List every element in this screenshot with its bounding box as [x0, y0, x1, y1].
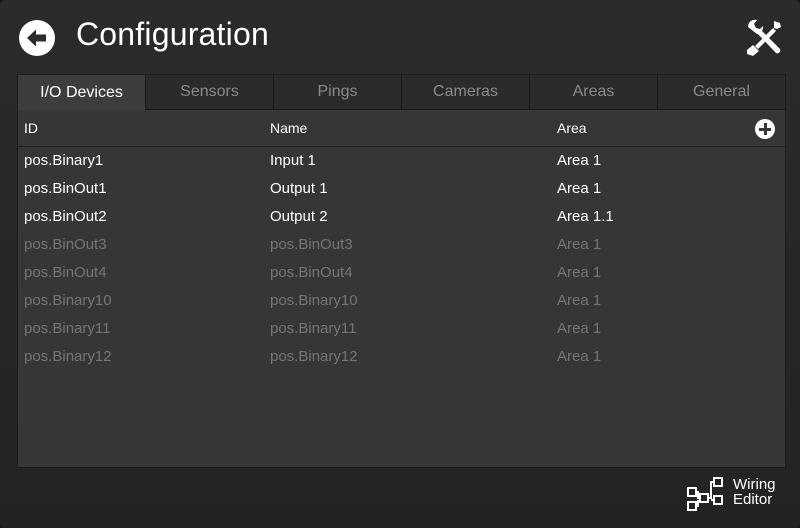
device-name: pos.BinOut4 — [270, 264, 353, 281]
table-header: ID Name Area — [18, 110, 785, 147]
tab-cameras[interactable]: Cameras — [401, 75, 529, 110]
tab-areas[interactable]: Areas — [529, 75, 657, 110]
device-area: Area 1 — [557, 320, 602, 337]
column-header-area[interactable]: Area — [557, 120, 587, 136]
device-area: Area 1 — [557, 264, 602, 281]
device-id: pos.BinOut1 — [24, 180, 107, 197]
table-row[interactable]: pos.Binary10 pos.Binary10 Area 1 — [18, 287, 785, 315]
add-device-button[interactable] — [755, 119, 775, 139]
arrow-left-icon — [27, 29, 46, 47]
device-name: pos.Binary11 — [270, 320, 357, 337]
device-id: pos.Binary11 — [24, 320, 111, 337]
tab-io-devices[interactable]: I/O Devices — [18, 75, 145, 110]
tab-pings[interactable]: Pings — [273, 75, 401, 110]
tab-bar: I/O Devices Sensors Pings Cameras Areas … — [18, 75, 785, 110]
device-id: pos.BinOut3 — [24, 236, 107, 253]
device-id: pos.BinOut4 — [24, 264, 107, 281]
device-name: pos.Binary10 — [270, 292, 358, 309]
device-area: Area 1 — [557, 180, 602, 197]
wiring-label-line1: Wiring — [733, 476, 776, 493]
table-row[interactable]: pos.BinOut1 Output 1 Area 1 — [18, 175, 785, 203]
device-name: pos.Binary12 — [270, 348, 358, 365]
device-id: pos.Binary10 — [24, 292, 112, 309]
wiring-label-line2: Editor — [733, 491, 773, 508]
device-list: pos.Binary1 Input 1 Area 1 pos.BinOut1 O… — [18, 147, 785, 371]
device-name: Output 2 — [270, 208, 328, 225]
device-area: Area 1 — [557, 152, 602, 169]
table-row[interactable]: pos.BinOut3 pos.BinOut3 Area 1 — [18, 231, 785, 259]
table-row[interactable]: pos.Binary1 Input 1 Area 1 — [18, 147, 785, 175]
column-header-name[interactable]: Name — [270, 120, 307, 136]
wiring-diagram-icon — [687, 477, 723, 511]
device-area: Area 1 — [557, 292, 602, 309]
column-header-id[interactable]: ID — [24, 120, 38, 136]
wrench-screwdriver-icon[interactable] — [744, 18, 784, 58]
device-name: Output 1 — [270, 180, 328, 197]
device-name: pos.BinOut3 — [270, 236, 353, 253]
back-button[interactable] — [19, 20, 55, 56]
page-title: Configuration — [76, 16, 269, 52]
tab-sensors[interactable]: Sensors — [145, 75, 273, 110]
header-bar: Configuration — [0, 0, 800, 74]
table-row[interactable]: pos.BinOut4 pos.BinOut4 Area 1 — [18, 259, 785, 287]
device-area: Area 1 — [557, 236, 602, 253]
device-area: Area 1 — [557, 348, 602, 365]
wiring-editor-label: Wiring Editor — [733, 477, 776, 507]
wiring-editor-button[interactable]: Wiring Editor — [686, 474, 786, 514]
device-name: Input 1 — [270, 152, 316, 169]
device-id: pos.BinOut2 — [24, 208, 107, 225]
table-row[interactable]: pos.Binary12 pos.Binary12 Area 1 — [18, 343, 785, 371]
configuration-window: Configuration I/O Devices Sensors Pings … — [0, 0, 800, 528]
device-id: pos.Binary12 — [24, 348, 112, 365]
table-row[interactable]: pos.Binary11 pos.Binary11 Area 1 — [18, 315, 785, 343]
device-area: Area 1.1 — [557, 208, 614, 225]
device-id: pos.Binary1 — [24, 152, 104, 169]
tab-general[interactable]: General — [657, 75, 785, 110]
table-row[interactable]: pos.BinOut2 Output 2 Area 1.1 — [18, 203, 785, 231]
devices-panel: I/O Devices Sensors Pings Cameras Areas … — [17, 74, 786, 468]
